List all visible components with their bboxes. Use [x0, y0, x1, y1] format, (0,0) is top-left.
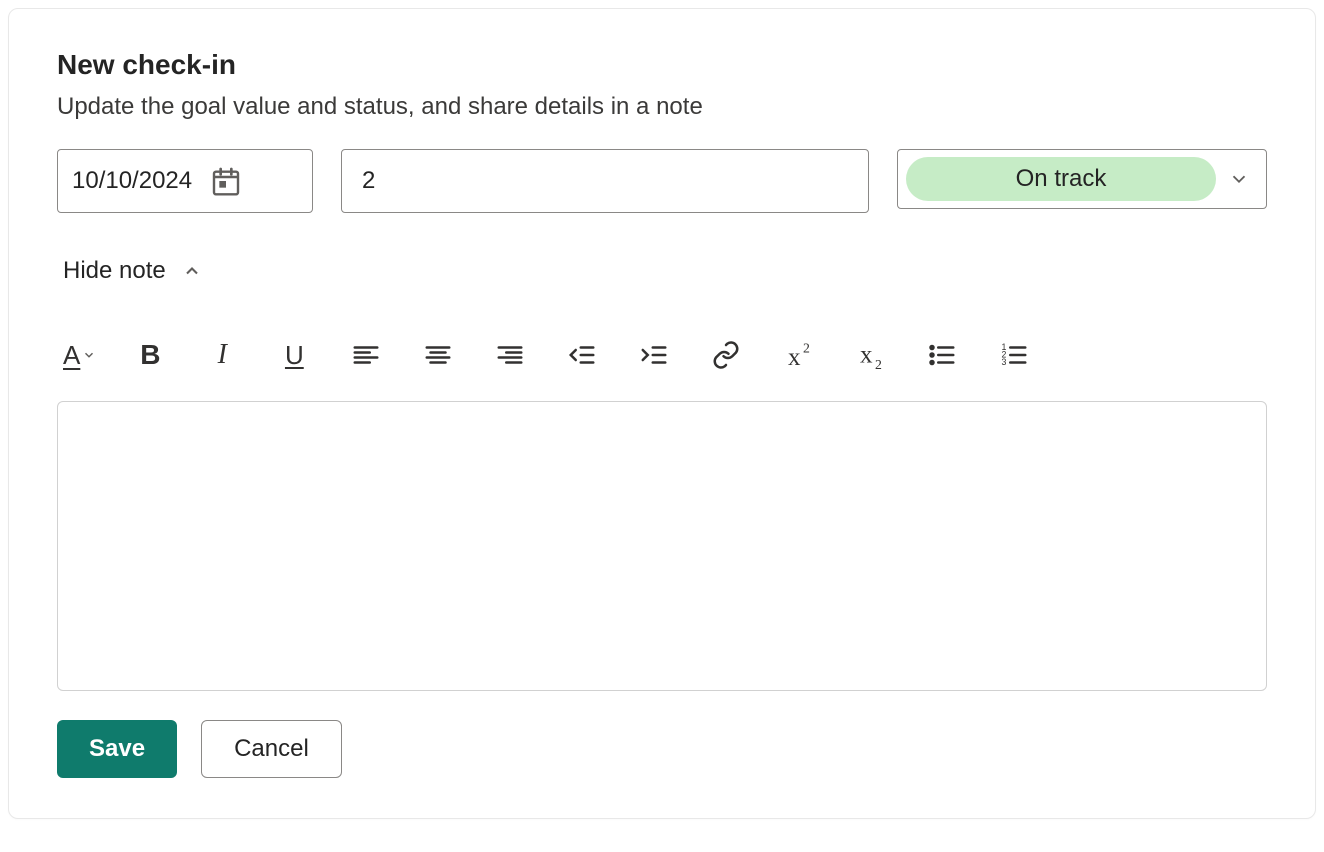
checkin-card: New check-in Update the goal value and s…: [8, 8, 1316, 819]
superscript-button[interactable]: x 2: [780, 337, 816, 373]
bold-icon: B: [140, 339, 160, 371]
svg-text:2: 2: [803, 341, 810, 356]
link-icon: [711, 340, 741, 370]
value-input[interactable]: [341, 149, 869, 213]
superscript-icon: x 2: [783, 340, 813, 370]
hide-note-toggle[interactable]: Hide note: [57, 253, 208, 289]
svg-text:3: 3: [1002, 357, 1007, 367]
input-row: 10/10/2024 On track: [57, 149, 1267, 213]
outdent-icon: [567, 340, 597, 370]
status-dropdown[interactable]: On track: [897, 149, 1267, 209]
italic-icon: I: [218, 339, 227, 371]
note-textarea[interactable]: [57, 401, 1267, 691]
date-input[interactable]: 10/10/2024: [57, 149, 313, 213]
align-center-icon: [423, 340, 453, 370]
outdent-button[interactable]: [564, 337, 600, 373]
subscript-icon: x 2: [855, 340, 885, 370]
hide-note-label: Hide note: [63, 257, 166, 285]
numbered-list-icon: 1 2 3: [999, 340, 1029, 370]
align-right-button[interactable]: [492, 337, 528, 373]
chevron-down-icon: [82, 348, 96, 362]
indent-button[interactable]: [636, 337, 672, 373]
bullet-list-button[interactable]: [924, 337, 960, 373]
align-center-button[interactable]: [420, 337, 456, 373]
link-button[interactable]: [708, 337, 744, 373]
numbered-list-button[interactable]: 1 2 3: [996, 337, 1032, 373]
font-color-icon: A: [63, 340, 80, 371]
align-left-icon: [351, 340, 381, 370]
underline-icon: U: [285, 340, 304, 371]
svg-text:2: 2: [875, 357, 882, 370]
svg-text:x: x: [788, 344, 801, 370]
status-pill: On track: [906, 157, 1216, 201]
calendar-icon[interactable]: [210, 165, 298, 197]
subscript-button[interactable]: x 2: [852, 337, 888, 373]
editor-toolbar: A B I U: [57, 337, 1267, 373]
font-color-button[interactable]: A: [63, 337, 96, 373]
bold-button[interactable]: B: [132, 337, 168, 373]
card-title: New check-in: [57, 49, 1267, 81]
cancel-button[interactable]: Cancel: [201, 720, 342, 778]
svg-text:x: x: [860, 342, 873, 369]
save-button[interactable]: Save: [57, 720, 177, 778]
chevron-down-icon: [1228, 168, 1250, 190]
align-right-icon: [495, 340, 525, 370]
action-buttons: Save Cancel: [57, 720, 1267, 778]
underline-button[interactable]: U: [276, 337, 312, 373]
date-value: 10/10/2024: [72, 167, 192, 195]
indent-icon: [639, 340, 669, 370]
chevron-up-icon: [182, 261, 202, 281]
align-left-button[interactable]: [348, 337, 384, 373]
bullet-list-icon: [927, 340, 957, 370]
card-subtitle: Update the goal value and status, and sh…: [57, 93, 1267, 121]
italic-button[interactable]: I: [204, 337, 240, 373]
